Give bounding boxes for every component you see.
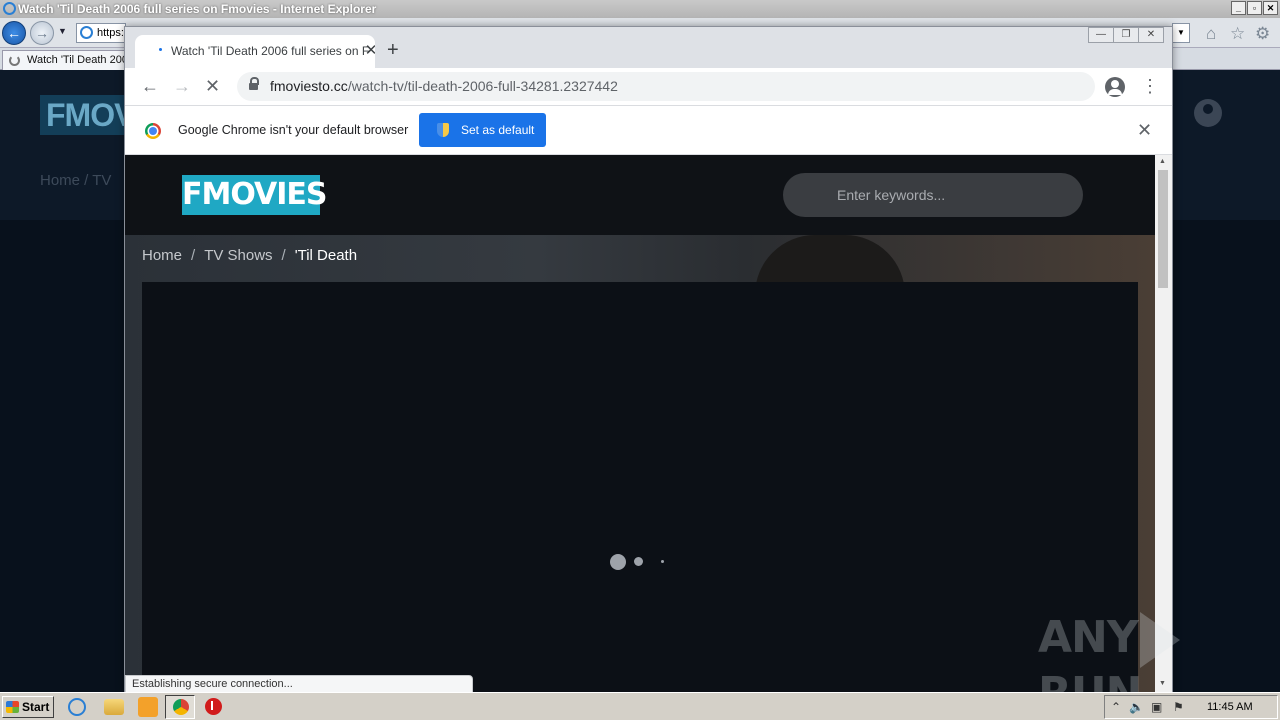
ie-favorites-star-icon[interactable]: ☆ (1230, 24, 1245, 44)
url-host: fmoviesto.cc (270, 78, 348, 94)
media-player-icon[interactable] (138, 697, 158, 717)
loading-dot-large (610, 554, 626, 570)
tab-loading-icon (159, 48, 162, 51)
chrome-window-controls: — ❐ ✕ (1088, 27, 1164, 43)
chrome-taskbar-icon[interactable] (165, 695, 195, 719)
infobar-close-icon[interactable]: ✕ (1137, 120, 1152, 141)
watermark-left: ANY (1038, 612, 1139, 663)
start-button[interactable]: Start (2, 696, 54, 718)
ie-user-icon (1194, 99, 1222, 127)
hero-backdrop: Home / TV Shows / 'Til Death (125, 235, 1155, 693)
chrome-restore-button[interactable]: ❐ (1113, 27, 1139, 43)
windows-flag-icon (6, 701, 19, 713)
ie-address-text: https: (97, 27, 124, 39)
ie-tab-label: Watch 'Til Death 2006 ... (27, 54, 125, 66)
ie-tab[interactable]: Watch 'Til Death 2006 ... (2, 50, 126, 70)
breadcrumb-separator: / (281, 247, 286, 264)
site-header: FMOVIES Enter keywords... (125, 155, 1155, 235)
scrollbar-thumb[interactable] (1158, 170, 1168, 288)
chrome-tab[interactable]: Watch 'Til Death 2006 full series on F ✕ (135, 35, 375, 68)
page-viewport: FMOVIES Enter keywords... Home / TV Shows /… (125, 155, 1155, 693)
tray-expand-icon[interactable]: ⌃ (1111, 700, 1121, 714)
set-as-default-button[interactable]: Set as default (419, 113, 546, 147)
taskbar: Start ⌃ 🔈 ▣ ⚑ 11:45 AM (0, 692, 1280, 720)
search-input[interactable]: Enter keywords... (783, 173, 1083, 217)
breadcrumb-separator: / (191, 247, 196, 264)
start-label: Start (22, 700, 50, 714)
chrome-window: Watch 'Til Death 2006 full series on F ✕… (124, 26, 1173, 693)
breadcrumb-current: 'Til Death (294, 247, 358, 264)
ie-window-controls: _ ▫ ✕ (1231, 1, 1278, 15)
ie-close-button[interactable]: ✕ (1263, 1, 1278, 15)
play-triangle-icon (1139, 612, 1180, 668)
stop-x-icon[interactable]: ✕ (205, 76, 220, 96)
scroll-up-arrow-icon[interactable]: ▲ (1159, 158, 1166, 165)
url-path: /watch-tv/til-death-2006-full-34281.2327… (347, 78, 618, 94)
ie-home-icon[interactable]: ⌂ (1206, 24, 1216, 44)
loading-dot-medium (634, 557, 643, 566)
default-browser-infobar: Google Chrome isn't your default browser… (125, 105, 1172, 155)
breadcrumb-home[interactable]: Home (142, 247, 182, 264)
chrome-logo-icon (145, 123, 161, 139)
loading-dot-small (661, 560, 664, 563)
ie-address-bar[interactable]: https: (76, 23, 126, 43)
scroll-down-arrow-icon[interactable]: ▼ (1159, 680, 1166, 687)
chrome-tabstrip: Watch 'Til Death 2006 full series on F ✕… (125, 27, 1172, 68)
breadcrumb-tv-shows[interactable]: TV Shows (204, 247, 272, 264)
chrome-close-button[interactable]: ✕ (1138, 27, 1164, 43)
ie-forward-arrow-icon[interactable]: → (30, 21, 54, 45)
lock-icon[interactable] (249, 77, 259, 92)
kebab-menu-icon[interactable]: ⋮ (1141, 75, 1159, 97)
chrome-minimize-button[interactable]: — (1088, 27, 1114, 43)
opera-icon[interactable] (205, 698, 222, 715)
network-icon[interactable]: ▣ (1151, 700, 1162, 714)
ie-titlebar: Watch 'Til Death 2006 full series on Fmo… (0, 0, 1280, 18)
forward-arrow-icon[interactable]: → (173, 76, 191, 96)
internet-explorer-icon[interactable] (68, 698, 86, 716)
infobar-message: Google Chrome isn't your default browser (178, 123, 409, 137)
omnibox[interactable]: fmoviesto.cc/watch-tv/til-death-2006-ful… (237, 72, 1095, 101)
breadcrumb: Home / TV Shows / 'Til Death (142, 247, 357, 264)
clock[interactable]: 11:45 AM (1207, 701, 1253, 713)
ie-site-logo: FMOVIES (40, 95, 124, 135)
back-arrow-icon[interactable]: ← (141, 76, 159, 96)
ie-tools-gear-icon[interactable]: ⚙ (1255, 24, 1270, 44)
ie-history-dropdown-icon[interactable]: ▼ (58, 26, 67, 36)
tab-close-icon[interactable]: ✕ (363, 43, 375, 59)
site-logo[interactable]: FMOVIES (182, 175, 328, 215)
action-center-flag-icon[interactable]: ⚑ (1173, 700, 1184, 714)
anyrun-watermark: ANYRUN (1038, 612, 1280, 719)
system-tray: ⌃ 🔈 ▣ ⚑ 11:45 AM (1104, 695, 1278, 719)
ie-loading-spinner-icon (9, 55, 20, 66)
video-player[interactable] (142, 282, 1138, 693)
new-tab-plus-icon[interactable]: + (387, 40, 399, 60)
ie-page-icon (80, 26, 93, 39)
ie-logo-icon (3, 2, 16, 15)
status-bubble: Establishing secure connection... (125, 675, 473, 693)
ie-window-title: Watch 'Til Death 2006 full series on Fmo… (18, 2, 377, 16)
chrome-tab-title: Watch 'Til Death 2006 full series on F (171, 44, 370, 58)
ie-minimize-button[interactable]: _ (1231, 1, 1246, 15)
volume-icon[interactable]: 🔈 (1129, 700, 1144, 714)
profile-icon[interactable] (1105, 77, 1125, 97)
ie-breadcrumb: Home / TV (40, 172, 112, 189)
folder-icon[interactable] (104, 699, 124, 715)
ie-back-arrow-icon[interactable]: ← (2, 21, 26, 45)
ie-restore-button[interactable]: ▫ (1247, 1, 1262, 15)
ie-address-dropdown-icon[interactable]: ▼ (1172, 23, 1190, 43)
set-as-default-label: Set as default (461, 123, 535, 137)
shield-icon (437, 123, 449, 137)
chrome-toolbar: ← → ✕ fmoviesto.cc/watch-tv/til-death-20… (125, 68, 1172, 105)
